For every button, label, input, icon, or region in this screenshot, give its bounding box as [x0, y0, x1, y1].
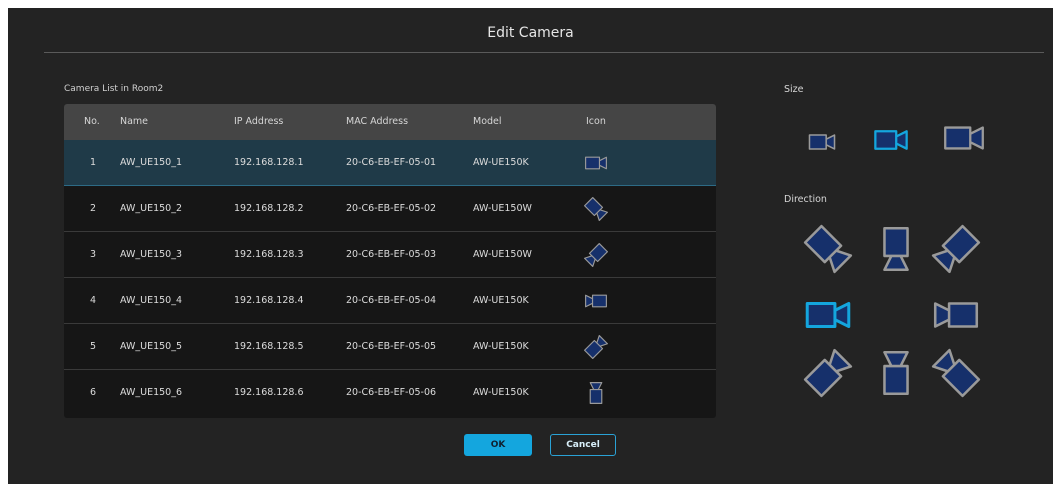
row-name: AW_UE150_6: [120, 387, 183, 398]
row-ip-address: 192.168.128.3: [234, 249, 304, 260]
row-mac-address: 20-C6-EB-EF-05-03: [346, 249, 437, 260]
column-header-no: No.: [84, 116, 100, 127]
table-row[interactable]: 1 AW_UE150_1 192.168.128.1 20-C6-EB-EF-05-0…: [64, 140, 716, 186]
direction-option-right[interactable]: [798, 288, 858, 346]
row-ip-address: 192.168.128.5: [234, 341, 304, 352]
row-mac-address: 20-C6-EB-EF-05-05: [346, 341, 437, 352]
camera-table: No. Name IP Address MAC Address Model Ic…: [64, 104, 716, 418]
direction-option-up[interactable]: [866, 346, 926, 404]
camera-diagonal-down-right-icon: [576, 186, 616, 232]
row-model: AW-UE150W: [473, 203, 532, 214]
row-number: 4: [90, 295, 97, 306]
camera-diagonal-up-left-icon: [576, 324, 616, 370]
camera-up-icon: [576, 370, 616, 416]
direction-option-up-left[interactable]: [926, 346, 986, 404]
row-mac-address: 20-C6-EB-EF-05-01: [346, 157, 437, 168]
camera-diagonal-down-left-icon: [576, 232, 616, 278]
column-header-name: Name: [120, 116, 149, 127]
column-header-icon: Icon: [586, 116, 606, 127]
size-option-large[interactable]: [934, 114, 994, 166]
camera-right-icon: [576, 140, 616, 186]
direction-option-down[interactable]: [866, 222, 926, 280]
table-header: No. Name IP Address MAC Address Model Ic…: [64, 104, 716, 140]
table-row[interactable]: 4 AW_UE150_4 192.168.128.4 20-C6-EB-EF-05-0…: [64, 278, 716, 324]
row-ip-address: 192.168.128.6: [234, 387, 304, 398]
row-name: AW_UE150_3: [120, 249, 183, 260]
row-number: 5: [90, 341, 97, 352]
column-header-mac: MAC Address: [346, 116, 409, 127]
row-model: AW-UE150W: [473, 249, 532, 260]
direction-label: Direction: [784, 194, 827, 205]
camera-left-icon: [576, 278, 616, 324]
dialog-title: Edit Camera: [487, 25, 574, 41]
row-model: AW-UE150K: [473, 295, 529, 306]
column-header-ip: IP Address: [234, 116, 284, 127]
row-ip-address: 192.168.128.2: [234, 203, 304, 214]
row-name: AW_UE150_2: [120, 203, 183, 214]
cancel-button[interactable]: Cancel: [550, 434, 616, 456]
ok-button[interactable]: OK: [464, 434, 532, 456]
size-option-small[interactable]: [802, 126, 842, 162]
direction-option-left[interactable]: [926, 288, 986, 346]
column-header-model: Model: [473, 116, 502, 127]
row-model: AW-UE150K: [473, 157, 529, 168]
row-name: AW_UE150_5: [120, 341, 183, 352]
row-number: 3: [90, 249, 97, 260]
row-mac-address: 20-C6-EB-EF-05-04: [346, 295, 437, 306]
row-number: 1: [90, 157, 97, 168]
size-label: Size: [784, 84, 804, 95]
row-name: AW_UE150_4: [120, 295, 183, 306]
row-mac-address: 20-C6-EB-EF-05-02: [346, 203, 437, 214]
row-ip-address: 192.168.128.1: [234, 157, 304, 168]
table-row[interactable]: 3 AW_UE150_3 192.168.128.3 20-C6-EB-EF-05-0…: [64, 232, 716, 278]
row-ip-address: 192.168.128.4: [234, 295, 304, 306]
table-row[interactable]: 6 AW_UE150_6 192.168.128.6 20-C6-EB-EF-05-0…: [64, 370, 716, 416]
row-model: AW-UE150K: [473, 341, 529, 352]
camera-list-label: Camera List in Room2: [64, 84, 164, 94]
title-divider: [44, 52, 1044, 53]
direction-option-down-right[interactable]: [798, 222, 858, 280]
table-row[interactable]: 2 AW_UE150_2 192.168.128.2 20-C6-EB-EF-05-0…: [64, 186, 716, 232]
edit-camera-dialog: Edit Camera Camera List in Room2 No. Nam…: [8, 8, 1053, 484]
table-row[interactable]: 5 AW_UE150_5 192.168.128.5 20-C6-EB-EF-05-0…: [64, 324, 716, 370]
row-name: AW_UE150_1: [120, 157, 183, 168]
row-number: 2: [90, 203, 97, 214]
size-option-medium[interactable]: [866, 120, 916, 164]
row-model: AW-UE150K: [473, 387, 529, 398]
direction-option-up-right[interactable]: [798, 346, 858, 404]
row-number: 6: [90, 387, 97, 398]
direction-option-down-left[interactable]: [926, 222, 986, 280]
row-mac-address: 20-C6-EB-EF-05-06: [346, 387, 437, 398]
